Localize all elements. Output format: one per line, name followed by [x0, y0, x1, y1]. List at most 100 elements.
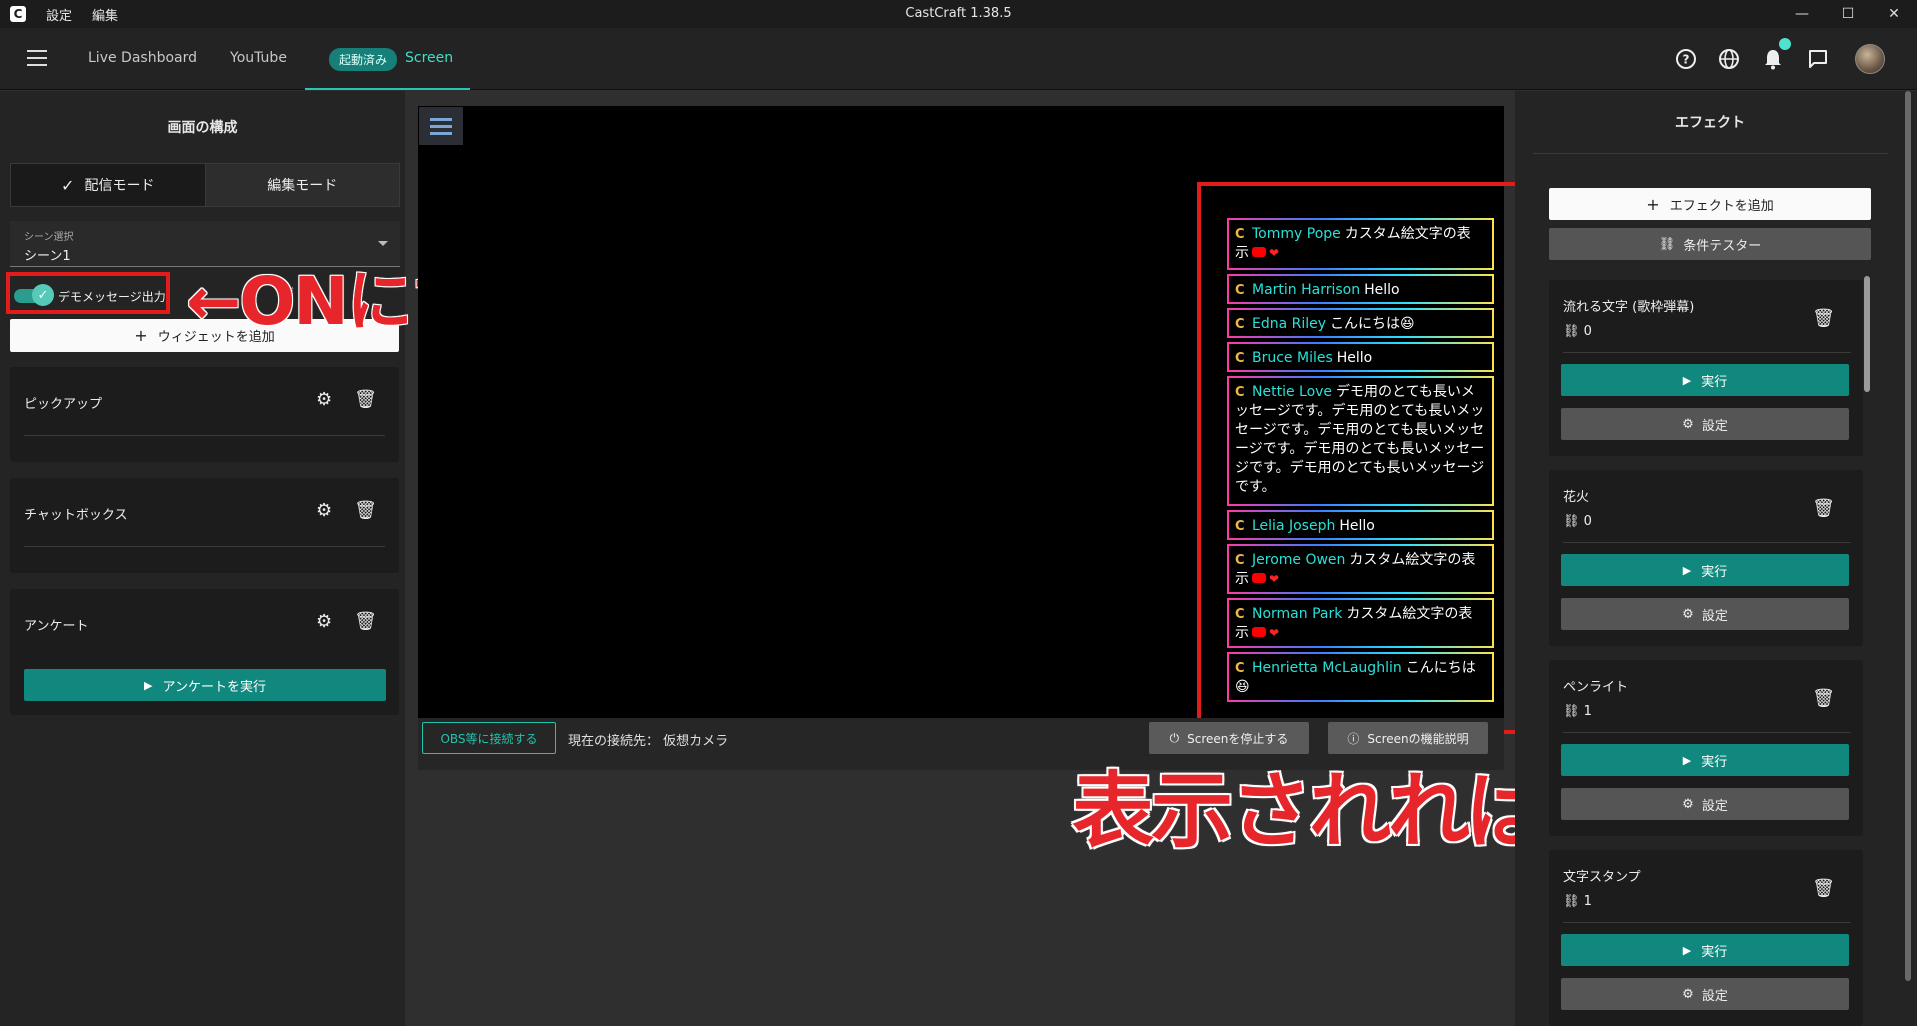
tab-screen-label: Screen [405, 50, 454, 66]
run-label: 実行 [1701, 754, 1728, 770]
chat-icon[interactable] [1805, 46, 1831, 72]
run-survey-button[interactable]: ▶ アンケートを実行 [24, 669, 386, 701]
globe-icon[interactable] [1716, 46, 1742, 72]
trash-icon[interactable]: 🗑 [1812, 688, 1835, 709]
effect-card-penlight: ペンライト 🗑 ⛓ 1 ▶ 実行 ⚙ 設定 [1549, 660, 1863, 836]
effect-card-fireworks: 花火 🗑 ⛓ 0 ▶ 実行 ⚙ 設定 [1549, 470, 1863, 646]
scene-select-label: シーン選択 [24, 232, 74, 243]
effect-link-count: ⛓ 0 [1563, 514, 1592, 529]
connect-obs-button[interactable]: OBS等に接続する [422, 722, 556, 754]
play-icon: ▶ [1682, 563, 1692, 577]
avatar[interactable] [1855, 44, 1885, 74]
panel-title: 画面の構成 [167, 120, 238, 136]
menu-settings[interactable]: 設定 [46, 5, 72, 24]
effects-scrollbar[interactable] [1864, 276, 1870, 392]
run-label: 実行 [1701, 944, 1728, 960]
divider [1563, 922, 1851, 923]
minimize-button[interactable]: — [1779, 0, 1825, 28]
widget-card-chatbox: チャットボックス ⚙ 🗑 [10, 478, 399, 573]
chevron-down-icon [378, 241, 388, 246]
window-title: CastCraft 1.38.5 [905, 6, 1012, 21]
connection-status: 現在の接続先： 仮想カメラ [568, 734, 729, 749]
gear-icon: ⚙ [1682, 986, 1694, 1002]
widget-name: チャットボックス [24, 508, 128, 523]
effect-link-count: ⛓ 0 [1563, 324, 1592, 339]
effect-settings-button[interactable]: ⚙ 設定 [1561, 598, 1849, 630]
effect-name: 流れる文字 (歌枠弾幕) [1563, 300, 1695, 315]
annotation-box-chat [1197, 182, 1521, 734]
widget-card-survey: アンケート ⚙ 🗑 ▶ アンケートを実行 [10, 589, 399, 715]
effect-card-scrolling-text: 流れる文字 (歌枠弾幕) 🗑 ⛓ 0 ▶ 実行 ⚙ 設定 [1549, 280, 1863, 456]
hamburger-menu-icon[interactable] [27, 50, 47, 66]
divider [1563, 542, 1851, 543]
gear-icon: ⚙ [1682, 606, 1694, 622]
settings-label: 設定 [1701, 608, 1728, 624]
window-scrollbar[interactable] [1905, 91, 1911, 981]
link-icon: ⛓ [1563, 514, 1580, 529]
run-effect-button[interactable]: ▶ 実行 [1561, 364, 1849, 396]
run-label: 実行 [1701, 564, 1728, 580]
bell-icon[interactable] [1760, 46, 1786, 72]
tab-edit-mode[interactable]: 編集モード [204, 164, 399, 206]
app-logo: C [10, 6, 26, 22]
effect-link-count: ⛓ 1 [1563, 704, 1592, 719]
gear-icon: ⚙ [1682, 416, 1694, 432]
gear-icon: ⚙ [1682, 796, 1694, 812]
link-icon: ⛓ [1563, 704, 1580, 719]
svg-text:?: ? [1683, 53, 1690, 67]
run-effect-button[interactable]: ▶ 実行 [1561, 744, 1849, 776]
gear-icon[interactable]: ⚙ [316, 611, 332, 632]
gear-icon[interactable]: ⚙ [316, 389, 332, 410]
play-icon: ▶ [1682, 943, 1692, 957]
run-effect-button[interactable]: ▶ 実行 [1561, 554, 1849, 586]
close-button[interactable]: ✕ [1871, 0, 1917, 28]
effect-settings-button[interactable]: ⚙ 設定 [1561, 788, 1849, 820]
run-effect-button[interactable]: ▶ 実行 [1561, 934, 1849, 966]
check-icon: ✓ [61, 175, 75, 195]
tab-live-dashboard[interactable]: Live Dashboard [88, 50, 197, 66]
run-label: 実行 [1701, 374, 1728, 390]
add-effect-button[interactable]: + エフェクトを追加 [1549, 188, 1871, 220]
link-icon: ⛓ [1563, 324, 1580, 339]
mode-tabs: ✓ 配信モード 編集モード [10, 163, 400, 207]
trash-icon[interactable]: 🗑 [1812, 878, 1835, 899]
trash-icon[interactable]: 🗑 [354, 389, 377, 410]
trash-icon[interactable]: 🗑 [354, 611, 377, 632]
layout-panel: 画面の構成 ✓ 配信モード 編集モード シーン選択 シーン1 ✓ デモメッセージ… [0, 91, 405, 1026]
trash-icon[interactable]: 🗑 [1812, 308, 1835, 329]
tab-youtube[interactable]: YouTube [230, 50, 287, 66]
effect-settings-button[interactable]: ⚙ 設定 [1561, 978, 1849, 1010]
notification-dot [1779, 38, 1791, 50]
divider [24, 435, 385, 436]
edit-mode-label: 編集モード [267, 178, 338, 194]
run-survey-label: アンケートを実行 [162, 679, 266, 695]
condition-tester-button[interactable]: ⛓ 条件テスター [1549, 228, 1871, 260]
link-count: 0 [1583, 324, 1592, 339]
trash-icon[interactable]: 🗑 [1812, 498, 1835, 519]
link-icon: ⛓ [1658, 236, 1676, 252]
divider [24, 546, 385, 547]
effect-name: 花火 [1563, 490, 1590, 505]
play-icon: ▶ [1682, 373, 1692, 387]
tab-broadcast-mode[interactable]: ✓ 配信モード [11, 164, 205, 206]
effect-link-count: ⛓ 1 [1563, 894, 1592, 909]
link-count: 0 [1583, 514, 1592, 529]
broadcast-mode-label: 配信モード [84, 178, 155, 194]
divider [1563, 352, 1851, 353]
divider [1533, 153, 1888, 154]
effect-settings-button[interactable]: ⚙ 設定 [1561, 408, 1849, 440]
link-icon: ⛓ [1563, 894, 1580, 909]
maximize-button[interactable]: ☐ [1825, 0, 1871, 28]
preview-menu-icon[interactable] [419, 107, 463, 145]
gear-icon[interactable]: ⚙ [316, 500, 332, 521]
plus-icon: + [1646, 194, 1660, 214]
trash-icon[interactable]: 🗑 [354, 500, 377, 521]
menu-edit[interactable]: 編集 [92, 5, 118, 24]
condition-tester-label: 条件テスター [1683, 238, 1762, 254]
help-icon[interactable]: ? [1673, 46, 1699, 72]
settings-label: 設定 [1701, 798, 1728, 814]
play-icon: ▶ [1682, 753, 1692, 767]
tab-screen[interactable]: 起動済み Screen [305, 28, 470, 90]
annotation-box-toggle [6, 272, 170, 314]
settings-label: 設定 [1701, 988, 1728, 1004]
